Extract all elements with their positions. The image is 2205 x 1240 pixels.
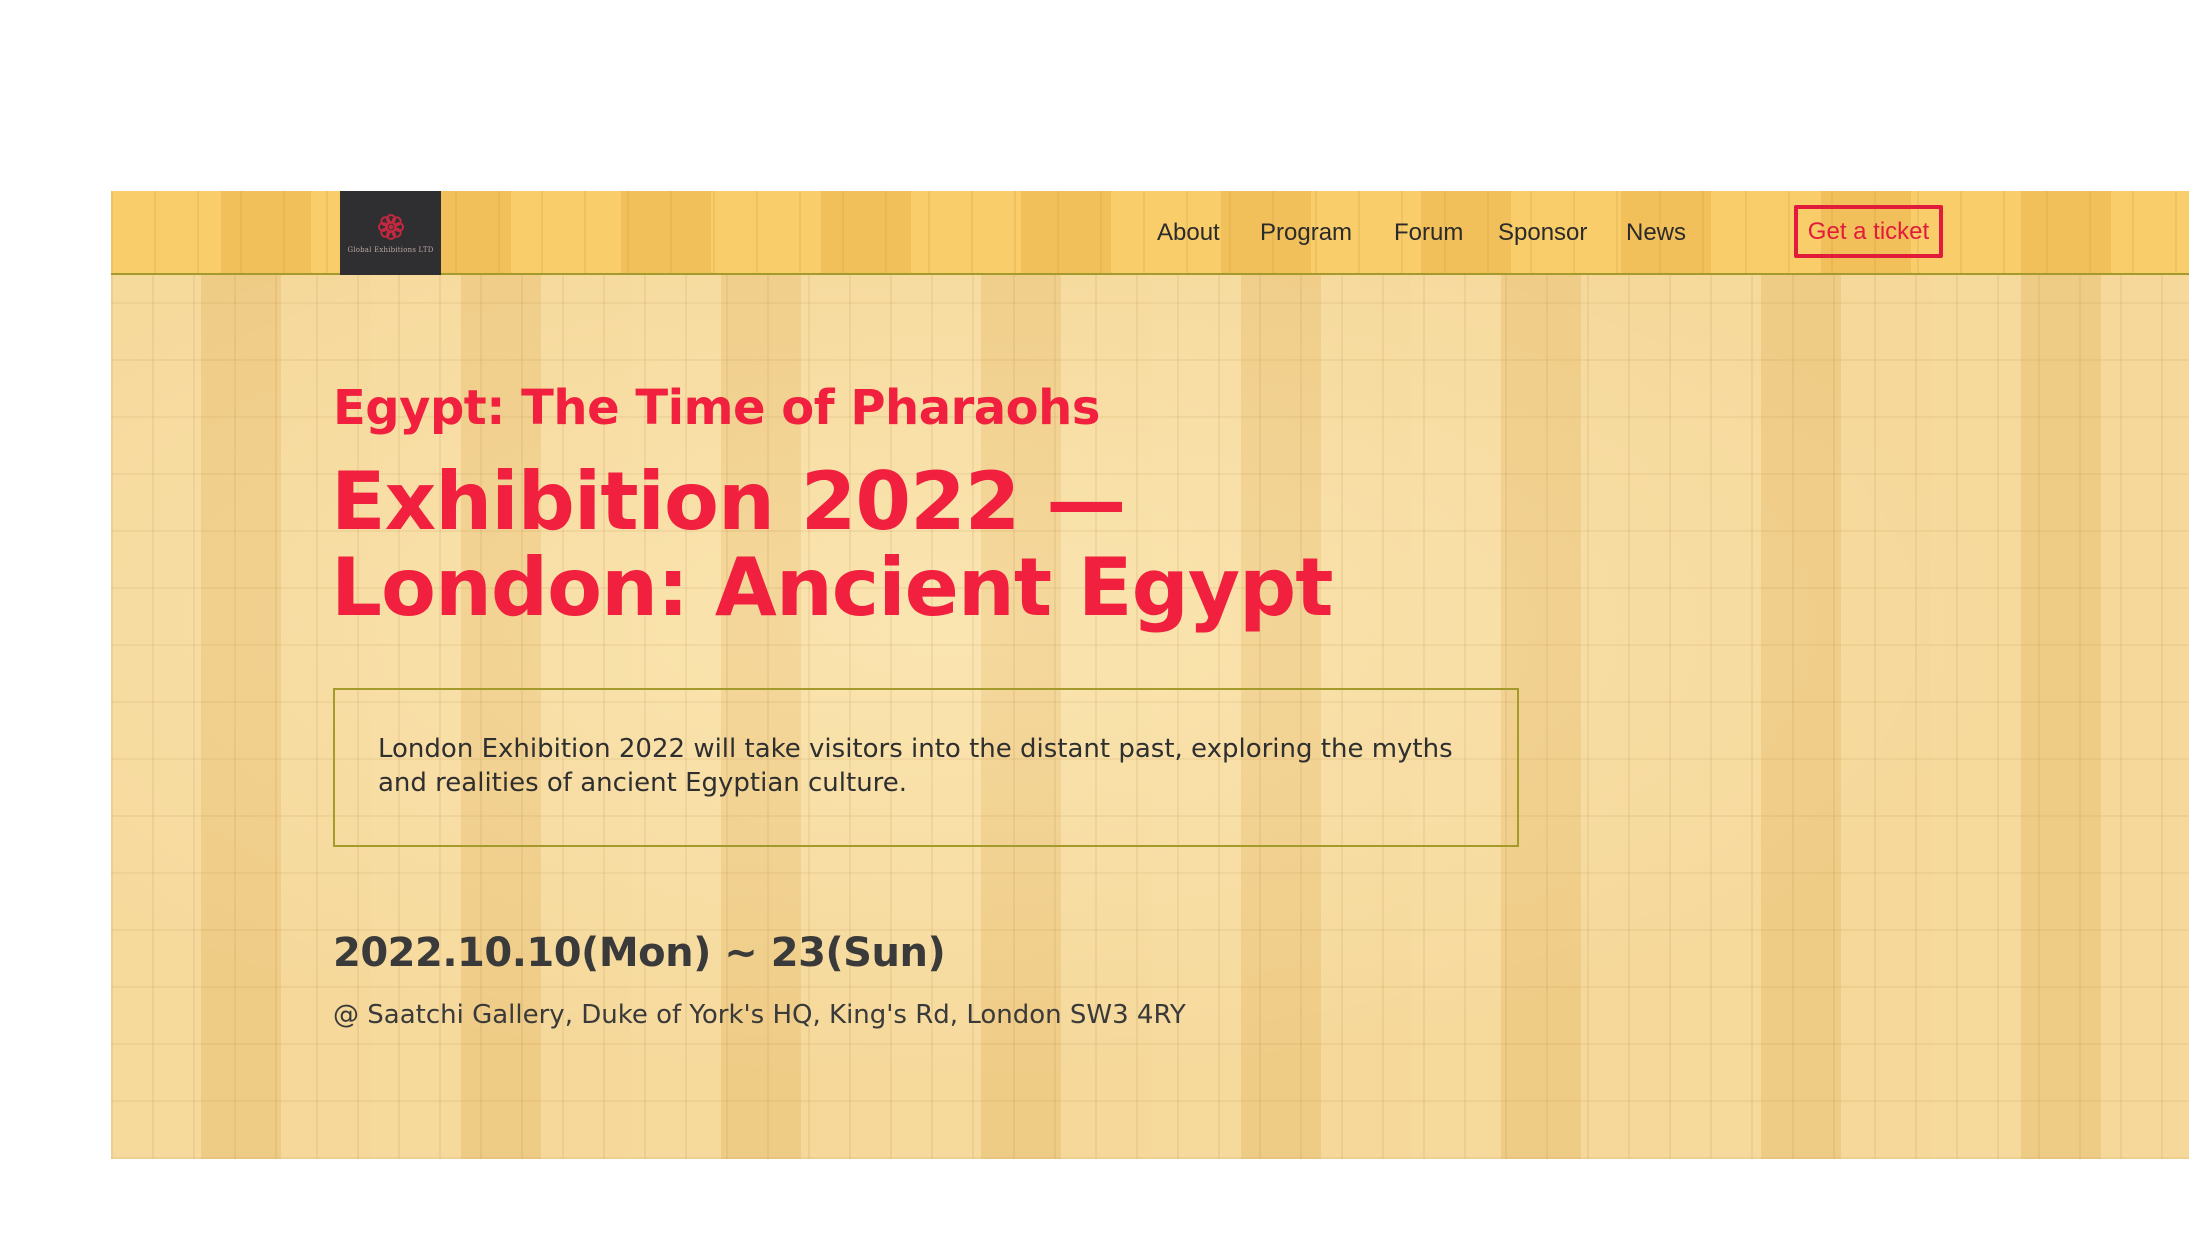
hero-title: Exhibition 2022 — London: Ancient Egypt bbox=[331, 455, 1334, 634]
nav-link-program[interactable]: Program bbox=[1260, 219, 1352, 247]
event-date: 2022.10.10(Mon) ~ 23(Sun) bbox=[333, 930, 946, 976]
hero-subtitle: Egypt: The Time of Pharaohs bbox=[333, 380, 1100, 436]
description-box: London Exhibition 2022 will take visitor… bbox=[333, 688, 1519, 847]
nav-link-news[interactable]: News bbox=[1626, 219, 1686, 247]
nav-link-sponsor[interactable]: Sponsor bbox=[1498, 219, 1587, 247]
website-viewport: Global Exhibitions LTD About Program For… bbox=[111, 191, 2189, 1159]
site-logo[interactable]: Global Exhibitions LTD bbox=[340, 191, 441, 275]
description-text: London Exhibition 2022 will take visitor… bbox=[378, 734, 1453, 798]
flower-ornament-icon bbox=[377, 214, 404, 240]
nav-link-forum[interactable]: Forum bbox=[1394, 219, 1463, 247]
site-header: Global Exhibitions LTD About Program For… bbox=[111, 191, 2189, 275]
page: Global Exhibitions LTD About Program For… bbox=[0, 0, 2205, 1240]
get-ticket-button[interactable]: Get a ticket bbox=[1794, 205, 1943, 258]
nav-link-about[interactable]: About bbox=[1157, 219, 1220, 247]
event-venue: @ Saatchi Gallery, Duke of York's HQ, Ki… bbox=[333, 1000, 1186, 1030]
logo-text: Global Exhibitions LTD bbox=[347, 246, 434, 254]
